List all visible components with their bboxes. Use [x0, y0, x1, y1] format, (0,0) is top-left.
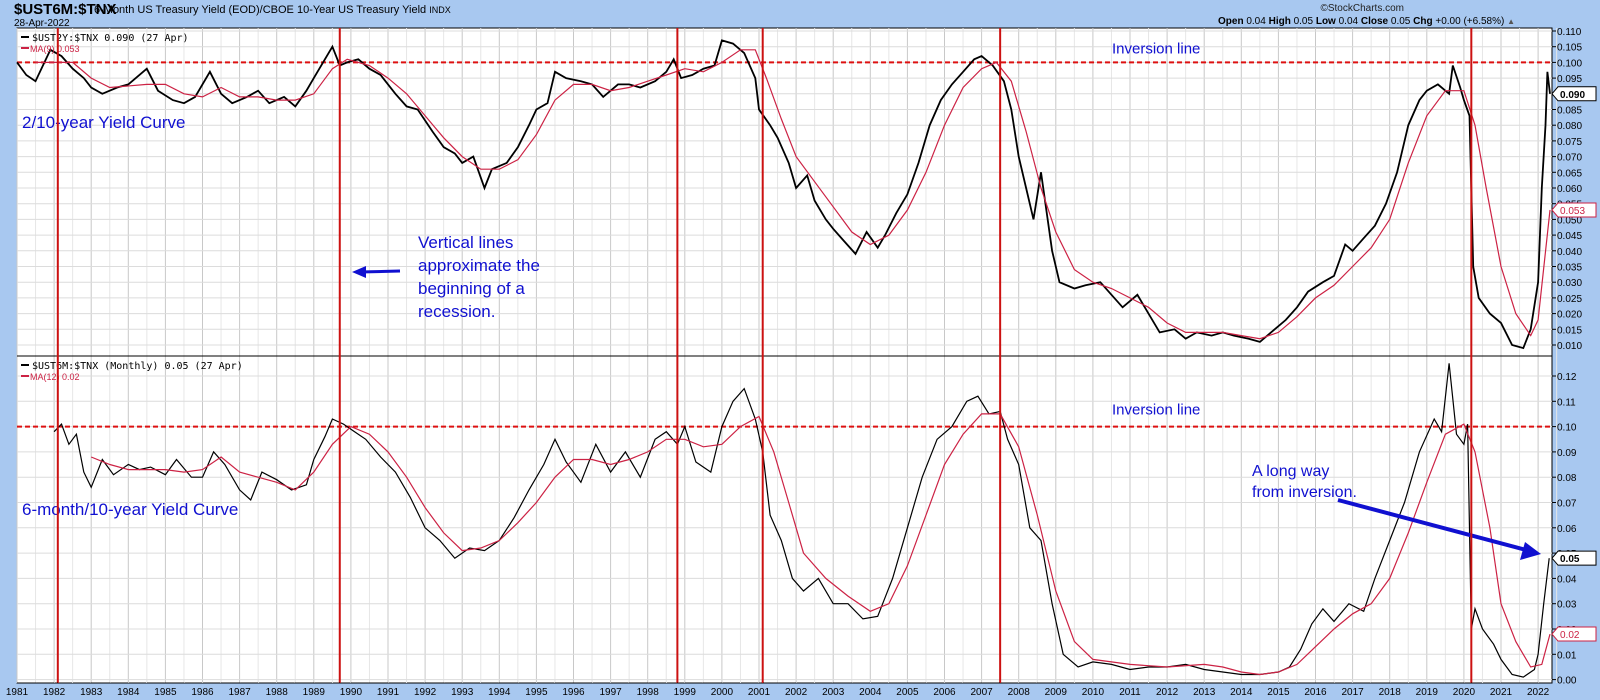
- price-last-label: 0.05: [1551, 550, 1597, 566]
- y-tick-label: 0.06: [1557, 524, 1577, 535]
- x-tick-label: 2013: [1193, 687, 1216, 698]
- x-tick-label: 2018: [1379, 687, 1402, 698]
- recession-note-line: Vertical lines: [418, 233, 513, 252]
- y-tick-label: 0.04: [1557, 574, 1577, 585]
- panel-title-annotation: 6-month/10-year Yield Curve: [22, 500, 238, 519]
- legend-price: $UST2Y:$TNX 0.090 (27 Apr): [32, 33, 189, 44]
- y-tick-label: 0.060: [1557, 184, 1582, 195]
- y-tick-label: 0.085: [1557, 106, 1582, 117]
- x-tick-label: 1991: [377, 687, 400, 698]
- x-tick-label: 2011: [1119, 687, 1141, 698]
- price-last-label: 0.090: [1551, 86, 1597, 102]
- ma-last-label: 0.02: [1551, 626, 1597, 642]
- x-tick-label: 2016: [1304, 687, 1327, 698]
- x-tick-label: 1996: [562, 687, 585, 698]
- x-tick-label: 2014: [1230, 687, 1253, 698]
- x-tick-label: 2006: [933, 687, 956, 698]
- y-tick-label: 0.030: [1557, 278, 1582, 289]
- value-tag-text: 0.053: [1560, 206, 1585, 217]
- legend-ma: MA(9) 0.053: [30, 44, 80, 54]
- legend-ma: MA(12) 0.02: [30, 372, 80, 382]
- y-tick-label: 0.11: [1557, 397, 1576, 408]
- y-tick-label: 0.07: [1557, 499, 1577, 510]
- x-tick-label: 1985: [154, 687, 177, 698]
- x-tick-label: 1995: [525, 687, 548, 698]
- value-tag-text: 0.090: [1560, 90, 1585, 101]
- x-tick-label: 2012: [1156, 687, 1179, 698]
- x-tick-label: 2001: [748, 687, 771, 698]
- x-tick-label: 1986: [191, 687, 214, 698]
- inversion-note-line: A long way: [1252, 463, 1329, 480]
- panel-title-annotation: 2/10-year Yield Curve: [22, 113, 185, 132]
- y-tick-label: 0.110: [1557, 27, 1582, 38]
- x-tick-label: 2015: [1267, 687, 1290, 698]
- x-tick-label: 1999: [674, 687, 697, 698]
- recession-note-line: approximate the: [418, 256, 540, 275]
- x-tick-label: 1990: [340, 687, 363, 698]
- legend-price: $UST6M:$TNX (Monthly) 0.05 (27 Apr): [32, 361, 243, 372]
- x-tick-label: 1983: [80, 687, 103, 698]
- x-tick-label: 2022: [1527, 687, 1550, 698]
- y-tick-label: 0.09: [1557, 448, 1577, 459]
- x-tick-label: 1982: [43, 687, 66, 698]
- y-tick-label: 0.070: [1557, 153, 1582, 164]
- y-tick-label: 0.00: [1557, 676, 1577, 687]
- x-tick-label: 2004: [859, 687, 882, 698]
- x-tick-label: 2017: [1341, 687, 1364, 698]
- y-tick-label: 0.035: [1557, 263, 1582, 274]
- x-tick-label: 1984: [117, 687, 140, 698]
- y-tick-label: 0.040: [1557, 247, 1582, 258]
- x-tick-label: 1994: [488, 687, 511, 698]
- y-tick-label: 0.08: [1557, 473, 1577, 484]
- recession-note-line: beginning of a: [418, 279, 525, 298]
- inversion-note-line: from inversion.: [1252, 484, 1357, 501]
- x-tick-label: 1981: [6, 687, 29, 698]
- x-tick-label: 2002: [785, 687, 808, 698]
- y-tick-label: 0.065: [1557, 168, 1582, 179]
- x-tick-label: 1988: [266, 687, 289, 698]
- y-tick-label: 0.080: [1557, 121, 1582, 132]
- inversion-line-label: Inversion line: [1112, 402, 1200, 419]
- y-tick-label: 0.095: [1557, 74, 1582, 85]
- x-tick-label: 2020: [1453, 687, 1476, 698]
- inversion-line-label: Inversion line: [1112, 40, 1200, 57]
- x-tick-label: 2021: [1490, 687, 1513, 698]
- y-tick-label: 0.020: [1557, 310, 1582, 321]
- chart-canvas: 0.110 0.105 0.100 0.095 0.090 0.085 0.080 0.075…: [6, 27, 1597, 698]
- y-tick-label: 0.015: [1557, 325, 1582, 336]
- value-tag-text: 0.05: [1560, 554, 1580, 565]
- y-tick-label: 0.10: [1557, 423, 1577, 434]
- x-tick-label: 2009: [1045, 687, 1068, 698]
- recession-note-line: recession.: [418, 302, 495, 321]
- x-tick-label: 2008: [1008, 687, 1031, 698]
- y-tick-label: 0.010: [1557, 341, 1582, 352]
- ma-last-label: 0.053: [1551, 202, 1597, 218]
- y-tick-label: 0.105: [1557, 43, 1582, 54]
- x-tick-label: 1989: [303, 687, 326, 698]
- y-tick-label: 0.03: [1557, 600, 1577, 611]
- x-tick-label: 1992: [414, 687, 437, 698]
- x-tick-label: 2019: [1416, 687, 1439, 698]
- y-tick-label: 0.045: [1557, 231, 1582, 242]
- y-tick-label: 0.025: [1557, 294, 1582, 305]
- x-tick-label: 2007: [970, 687, 993, 698]
- x-tick-label: 1998: [637, 687, 660, 698]
- value-tag-text: 0.02: [1560, 630, 1580, 641]
- y-tick-label: 0.01: [1557, 650, 1577, 661]
- x-tick-label: 2005: [896, 687, 919, 698]
- x-tick-label: 2010: [1082, 687, 1105, 698]
- x-tick-label: 1987: [228, 687, 251, 698]
- y-tick-label: 0.12: [1557, 372, 1577, 383]
- y-tick-label: 0.100: [1557, 58, 1582, 69]
- x-tick-label: 2003: [822, 687, 845, 698]
- y-tick-label: 0.075: [1557, 137, 1582, 148]
- x-tick-label: 1997: [599, 687, 622, 698]
- x-tick-label: 2000: [711, 687, 734, 698]
- x-tick-label: 1993: [451, 687, 474, 698]
